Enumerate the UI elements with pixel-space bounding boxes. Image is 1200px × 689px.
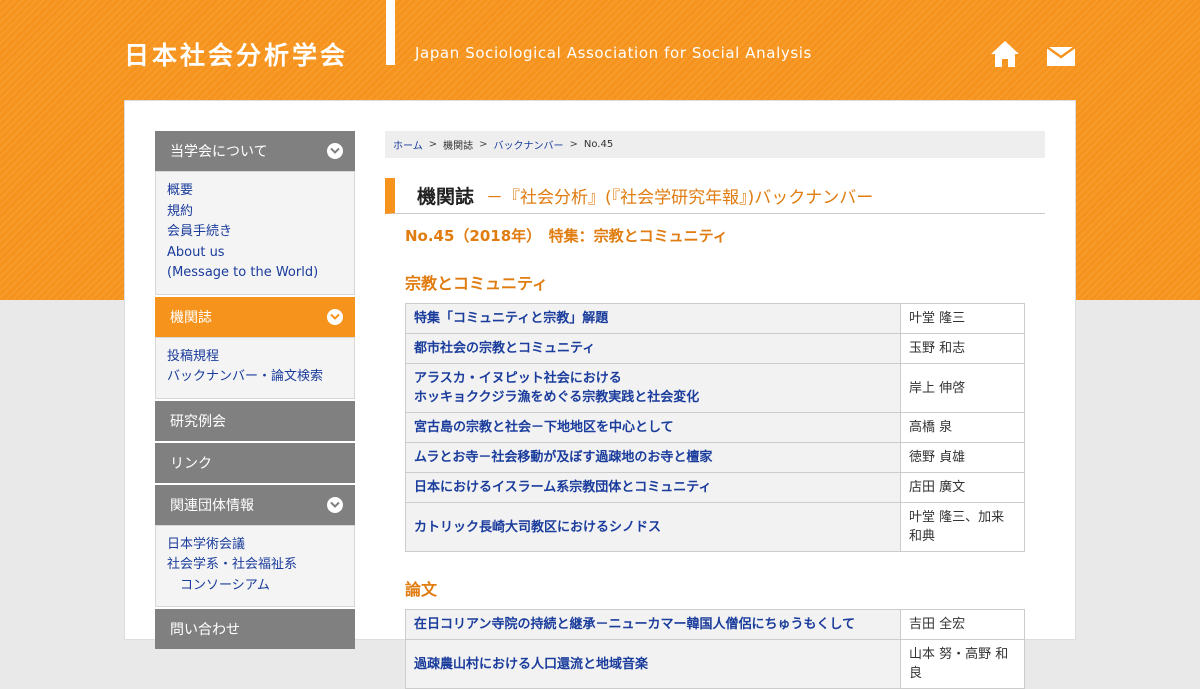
sidebar-section-label: 研究例会 — [170, 413, 226, 430]
sidebar-item-about-us[interactable]: About us — [167, 243, 344, 264]
table-row: 過疎農山村における人口還流と地域音楽 山本 努・高野 和良 — [405, 639, 1025, 689]
table-row: カトリック長崎大司教区におけるシノドス 叶堂 隆三、加来 和典 — [405, 502, 1025, 552]
article-link[interactable]: 日本におけるイスラーム系宗教団体とコミュニティ — [414, 480, 711, 495]
table-row: 日本におけるイスラーム系宗教団体とコミュニティ 店田 廣文 — [405, 472, 1025, 503]
main-content: ホーム > 機関誌 > バックナンバー > No.45 機関誌 －『社会分析』(… — [385, 131, 1045, 689]
article-author: 店田 廣文 — [900, 472, 1025, 503]
sidebar-section-meetings[interactable]: 研究例会 — [155, 400, 355, 441]
sidebar-section-related[interactable]: 関連団体情報 — [155, 484, 355, 525]
table-row: アラスカ・イヌピット社会におけるホッキョククジラ漁をめぐる宗教実践と社会変化 岸… — [405, 363, 1025, 413]
article-link[interactable]: 特集「コミュニティと宗教」解題 — [414, 311, 608, 326]
breadcrumb-backnumber[interactable]: バックナンバー — [493, 137, 563, 152]
sidebar-submenu-related: 日本学術会議 社会学系・社会福祉系 コンソーシアム — [155, 524, 355, 607]
section-title: 宗教とコミュニティ — [405, 274, 549, 293]
sidebar-section-label: 問い合わせ — [170, 622, 240, 638]
sidebar-item-backnumber[interactable]: バックナンバー・論文検索 — [167, 367, 344, 388]
articles-table: 特集「コミュニティと宗教」解題 叶堂 隆三 都市社会の宗教とコミュニティ 玉野 … — [405, 303, 1025, 552]
breadcrumb: ホーム > 機関誌 > バックナンバー > No.45 — [385, 131, 1045, 158]
sidebar-submenu-journal: 投稿規程 バックナンバー・論文検索 — [155, 336, 355, 399]
sidebar-section-contact[interactable]: 問い合わせ — [155, 609, 355, 649]
sidebar-section-links[interactable]: リンク — [155, 442, 355, 483]
sidebar-submenu-about: 概要 規約 会員手続き About us (Message to the Wor… — [155, 171, 355, 295]
article-author: 叶堂 隆三、加来 和典 — [900, 502, 1025, 552]
article-link[interactable]: カトリック長崎大司教区におけるシノドス — [414, 520, 661, 535]
page-subtitle: －『社会分析』(『社会学研究年報』)バックナンバー — [486, 188, 874, 208]
article-author: 高橋 泉 — [900, 412, 1025, 443]
article-link[interactable]: 都市社会の宗教とコミュニティ — [414, 341, 595, 356]
sidebar-item-consortium-cont[interactable]: コンソーシアム — [167, 576, 344, 597]
article-link[interactable]: アラスカ・イヌピット社会におけるホッキョククジラ漁をめぐる宗教実践と社会変化 — [414, 371, 699, 405]
site-title[interactable]: 日本社会分析学会 — [124, 36, 348, 72]
article-author: 叶堂 隆三 — [900, 303, 1025, 334]
article-author: 徳野 貞雄 — [900, 442, 1025, 473]
page-title: 機関誌 — [417, 186, 475, 208]
section-title: 論文 — [405, 580, 438, 599]
table-row: ムラとお寺－社会移動が及ぼす過疎地のお寺と檀家 徳野 貞雄 — [405, 442, 1025, 473]
sidebar-item-rules[interactable]: 規約 — [167, 202, 344, 223]
article-link[interactable]: 宮古島の宗教と社会－下地地区を中心として — [414, 420, 674, 435]
title-divider — [386, 0, 395, 65]
content-card: 当学会について 概要 規約 会員手続き About us (Message to… — [124, 100, 1076, 689]
sidebar-section-about[interactable]: 当学会について — [155, 131, 355, 171]
mail-icon[interactable] — [1046, 45, 1076, 69]
table-row: 在日コリアン寺院の持続と継承－ニューカマー韓国人僧侶にちゅうもくして 吉田 全宏 — [405, 609, 1025, 640]
breadcrumb-journal: 機関誌 — [443, 141, 474, 152]
site-subtitle: Japan Sociological Association for Socia… — [415, 44, 812, 62]
sidebar-item-science-council[interactable]: 日本学術会議 — [167, 535, 344, 556]
sidebar-section-label: 当学会について — [170, 144, 268, 160]
breadcrumb-current: No.45 — [583, 139, 614, 150]
sidebar-item-message[interactable]: (Message to the World) — [167, 263, 344, 284]
sidebar-section-journal[interactable]: 機関誌 — [155, 296, 355, 337]
sidebar-section-label: リンク — [170, 455, 212, 472]
sidebar-item-overview[interactable]: 概要 — [167, 181, 344, 202]
papers-table: 在日コリアン寺院の持続と継承－ニューカマー韓国人僧侶にちゅうもくして 吉田 全宏… — [405, 609, 1025, 689]
article-title-line2: ホッキョククジラ漁をめぐる宗教実践と社会変化 — [414, 390, 700, 405]
home-icon[interactable] — [990, 40, 1020, 70]
article-author-line1: 叶堂 隆三、加来 — [909, 510, 1005, 525]
article-title-line1: アラスカ・イヌピット社会における — [414, 371, 622, 386]
table-row: 特集「コミュニティと宗教」解題 叶堂 隆三 — [405, 303, 1025, 334]
sidebar-item-consortium[interactable]: 社会学系・社会福祉系 — [167, 555, 344, 576]
article-author: 岸上 伸啓 — [900, 363, 1025, 413]
sidebar-section-label: 関連団体情報 — [170, 497, 254, 514]
sidebar-section-label: 機関誌 — [170, 309, 212, 326]
sidebar-item-submission-rules[interactable]: 投稿規程 — [167, 347, 344, 368]
issue-title: No.45（2018年） 特集：宗教とコミュニティ — [405, 227, 728, 245]
chevron-down-icon — [327, 496, 343, 513]
sidebar: 当学会について 概要 規約 会員手続き About us (Message to… — [155, 131, 355, 651]
article-link[interactable]: ムラとお寺－社会移動が及ぼす過疎地のお寺と檀家 — [414, 450, 712, 465]
article-author: 山本 努・高野 和良 — [900, 639, 1025, 689]
breadcrumb-home[interactable]: ホーム — [393, 137, 423, 152]
table-row: 宮古島の宗教と社会－下地地区を中心として 高橋 泉 — [405, 412, 1025, 443]
chevron-down-icon — [327, 308, 343, 325]
article-author-line2: 和典 — [909, 529, 936, 544]
sidebar-item-membership[interactable]: 会員手続き — [167, 222, 344, 243]
table-row: 都市社会の宗教とコミュニティ 玉野 和志 — [405, 333, 1025, 364]
article-link[interactable]: 過疎農山村における人口還流と地域音楽 — [414, 657, 648, 672]
article-author: 吉田 全宏 — [900, 609, 1025, 640]
chevron-down-icon — [327, 143, 343, 159]
article-author: 玉野 和志 — [900, 333, 1025, 364]
page-heading: 機関誌 －『社会分析』(『社会学研究年報』)バックナンバー — [385, 178, 1045, 214]
